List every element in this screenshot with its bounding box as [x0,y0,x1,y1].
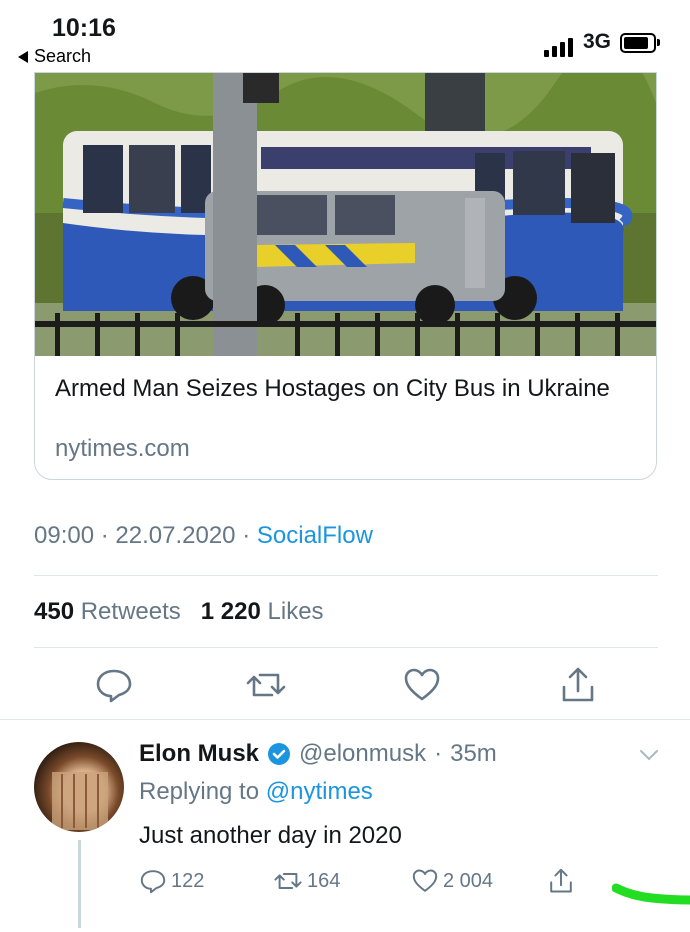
battery-fill [624,37,648,49]
card-title: Armed Man Seizes Hostages on City Bus in… [55,375,610,402]
replying-mention[interactable]: @nytimes [266,778,373,805]
reply-actions: 122 164 2 004 [139,867,589,899]
thread-line [78,840,81,928]
back-arrow-icon [18,50,28,63]
highlighter-mark [612,883,690,905]
likes-stat[interactable]: 1 220 Likes [201,598,324,625]
reply-header: Elon Musk @elonmusk · 35m [139,740,497,768]
reply-like-button[interactable]: 2 004 [411,867,493,895]
divider [34,647,658,648]
divider [0,719,690,720]
chevron-down-icon[interactable] [638,744,660,766]
reply-author-name[interactable]: Elon Musk [139,740,259,768]
avatar-image [52,772,108,830]
reply-reply-button[interactable]: 122 [139,867,204,895]
likes-label: Likes [267,598,324,625]
card-domain: nytimes.com [55,435,190,462]
bus-photo [35,73,656,356]
tweet-meta: 09:00 · 22.07.2020 · SocialFlow [34,522,373,550]
reply-count: 122 [171,869,205,892]
tweet-actions [0,665,690,710]
replying-to: Replying to @nytimes [139,778,373,806]
back-label: Search [34,46,92,66]
retweets-stat[interactable]: 450 Retweets [34,598,181,625]
replying-prefix: Replying to [139,778,260,805]
like-icon [412,869,438,892]
retweet-icon [274,873,302,889]
reply-icon[interactable] [94,665,134,705]
status-time: 10:16 [52,14,116,42]
retweets-count: 450 [34,598,75,625]
back-to-search[interactable]: Search [18,46,91,67]
status-bar: 10:16 Search 3G [0,0,690,70]
signal-icon [544,38,573,57]
article-image [35,73,656,356]
reply-text: Just another day in 2020 [139,822,402,849]
likes-count: 1 220 [200,598,261,625]
retweet-icon[interactable] [246,665,286,705]
reply-author-handle[interactable]: @elonmusk [299,740,426,768]
share-icon[interactable] [558,665,598,705]
retweets-label: Retweets [80,598,181,625]
reply-retweet-button[interactable]: 164 [273,867,340,895]
meta-separator: · [242,522,257,549]
battery-icon [620,33,660,53]
meta-separator: · [100,522,116,549]
avatar[interactable] [34,742,124,832]
meta-separator: · [434,740,443,767]
verified-icon [268,743,291,765]
like-count: 2 004 [443,869,494,892]
reply-age: 35m [450,740,497,767]
link-card[interactable]: Armed Man Seizes Hostages on City Bus in… [34,72,657,480]
divider [34,575,658,576]
network-type: 3G [583,30,612,53]
reply-share-button[interactable] [547,867,575,895]
share-icon [550,868,572,893]
tweet-date: 22.07.2020 [115,522,236,549]
tweet-source[interactable]: SocialFlow [257,522,373,549]
like-icon[interactable] [402,665,442,705]
reply-icon [140,870,166,894]
reply-tweet[interactable]: Elon Musk @elonmusk · 35m Replying to @n… [0,722,690,932]
tweet-counts: 450 Retweets 1 220 Likes [34,598,324,626]
retweet-count: 164 [307,869,341,892]
tweet-time: 09:00 [34,522,95,549]
